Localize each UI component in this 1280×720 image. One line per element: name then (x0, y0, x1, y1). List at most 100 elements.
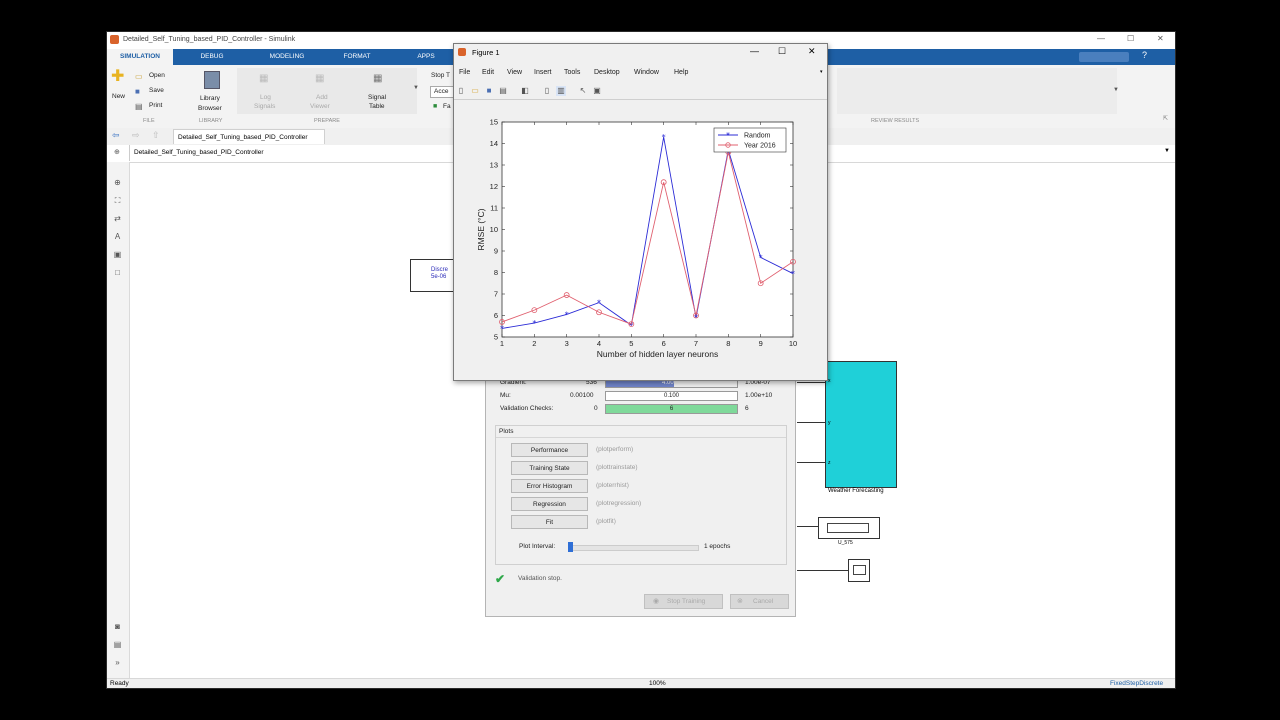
x-tick-label: 4 (597, 339, 601, 348)
figure-title: Figure 1 (472, 48, 500, 57)
help-icon[interactable]: ? (1142, 50, 1147, 60)
progress-section: Gradient: 536 4.00 1.00e-07 Mu: 0.00100 … (486, 377, 795, 422)
x-tick-label: 10 (789, 339, 797, 348)
tab-format[interactable]: FORMAT (322, 49, 392, 65)
menu-insert[interactable]: Insert (534, 69, 552, 76)
signal-table-line1[interactable]: Signal (368, 94, 386, 101)
tab-simulation[interactable]: SIMULATION (107, 49, 173, 65)
expand-palette-icon[interactable]: » (112, 658, 123, 668)
plot-interval-slider-thumb[interactable] (568, 542, 573, 552)
print-button[interactable]: Print (149, 102, 162, 109)
library-browser-line1[interactable]: Library (200, 95, 220, 102)
regression-button[interactable]: Regression (511, 497, 588, 511)
fit-fn: (plotfit) (596, 518, 616, 525)
figure-minimize-icon[interactable]: — (750, 46, 759, 56)
library-browser-line2[interactable]: Browser (198, 105, 222, 112)
back-arrow-icon[interactable]: ⇦ (112, 130, 120, 141)
menu-edit[interactable]: Edit (482, 69, 494, 76)
scope-screen (853, 565, 866, 575)
gallery-expand-icon[interactable]: ▼ (413, 85, 419, 91)
image-icon[interactable]: ▣ (112, 250, 123, 260)
series-1-point: * (565, 310, 569, 319)
series-1-point: * (662, 133, 666, 142)
annotation-icon[interactable]: A (112, 232, 123, 242)
series-1-point: * (759, 253, 763, 262)
menu-file[interactable]: File (459, 69, 470, 76)
open-file-icon[interactable]: ▭ (470, 86, 480, 96)
collapse-ribbon-icon[interactable]: ⇱ (1163, 115, 1168, 122)
mu-label: Mu: (500, 392, 511, 399)
discrete-block[interactable]: Discre 5e-06 (410, 259, 457, 292)
forward-arrow-icon[interactable]: ⇨ (132, 130, 140, 141)
menu-view[interactable]: View (507, 69, 522, 76)
fast-restart-label[interactable]: Fa (443, 103, 451, 110)
stop-training-button[interactable]: ◉ Stop Training (644, 594, 723, 609)
add-viewer-line2[interactable]: Viewer (310, 103, 330, 110)
new-icon[interactable]: ✚ (111, 69, 125, 85)
training-state-button[interactable]: Training State (511, 461, 588, 475)
performance-button[interactable]: Performance (511, 443, 588, 457)
maximize-icon[interactable]: ☐ (1127, 34, 1134, 43)
save-button[interactable]: Save (149, 87, 164, 94)
path-dropdown-icon[interactable]: ▼ (1164, 148, 1170, 154)
arrow-icon[interactable]: ⇄ (112, 214, 123, 224)
tab-debug[interactable]: DEBUG (177, 49, 247, 65)
screenshot-icon[interactable]: ◙ (112, 622, 123, 632)
fit-button[interactable]: Fit (511, 515, 588, 529)
menu-help[interactable]: Help (674, 69, 688, 76)
series-1-point: * (532, 319, 536, 328)
menu-desktop[interactable]: Desktop (594, 69, 620, 76)
open-button[interactable]: Open (149, 72, 165, 79)
minimize-icon[interactable]: — (1097, 34, 1105, 43)
validation-checks-label: Validation Checks: (500, 405, 554, 412)
menu-window[interactable]: Window (634, 69, 659, 76)
model-tab[interactable]: Detailed_Self_Tuning_based_PID_Controlle… (173, 129, 325, 144)
figure-close-icon[interactable]: ✕ (808, 46, 816, 57)
weather-forecasting-block[interactable]: x y z (825, 361, 897, 488)
close-icon[interactable]: ✕ (1157, 34, 1164, 43)
plot-interval-slider[interactable] (568, 542, 699, 552)
area-icon[interactable]: □ (112, 268, 123, 278)
menu-overflow-icon[interactable]: ▾ (820, 69, 823, 75)
hide-browser-icon[interactable]: ⊕ (114, 148, 120, 156)
weather-port-y: y (828, 420, 831, 426)
window-title: Detailed_Self_Tuning_based_PID_Controlle… (123, 36, 296, 43)
training-state-fn: (plottrainstate) (596, 464, 638, 471)
save-figure-icon[interactable]: ■ (484, 86, 494, 96)
error-histogram-button[interactable]: Error Histogram (511, 479, 588, 493)
add-viewer-line1[interactable]: Add (316, 94, 328, 101)
log-signals-line2[interactable]: Signals (254, 103, 275, 110)
new-figure-icon[interactable]: ▯ (456, 86, 466, 96)
link-plot-icon[interactable]: ◧ (520, 86, 530, 96)
scope-block[interactable] (848, 559, 870, 582)
hide-plot-tools-icon[interactable]: ▯ (542, 86, 552, 96)
show-plot-tools-icon[interactable]: ▥ (556, 86, 566, 96)
display-block[interactable] (818, 517, 880, 539)
solver-link[interactable]: FixedStepDiscrete (1110, 680, 1163, 687)
series-1-point: * (500, 324, 504, 333)
search-documentation-field[interactable] (1079, 52, 1129, 62)
menu-tools[interactable]: Tools (564, 69, 580, 76)
log-signals-line1[interactable]: Log (260, 94, 271, 101)
add-viewer-icon: ▦ (315, 73, 325, 84)
explorer-bar-icon[interactable]: ▤ (112, 640, 123, 650)
figure-maximize-icon[interactable]: ☐ (778, 46, 786, 57)
tab-modeling[interactable]: MODELING (252, 49, 322, 65)
property-editor-icon[interactable]: ▣ (592, 86, 602, 96)
new-button[interactable]: New (112, 93, 125, 100)
edit-plot-icon[interactable]: ↖ (578, 86, 588, 96)
up-arrow-icon[interactable]: ⇧ (152, 130, 160, 141)
signal-table-line2[interactable]: Table (369, 103, 385, 110)
library-browser-icon[interactable] (204, 71, 220, 89)
zoom-in-icon[interactable]: ⊕ (112, 178, 123, 188)
signal-table-icon: ▦ (373, 73, 383, 84)
x-tick-label: 9 (759, 339, 763, 348)
model-path[interactable]: Detailed_Self_Tuning_based_PID_Controlle… (134, 149, 263, 156)
review-gallery-expand-icon[interactable]: ▼ (1113, 87, 1119, 93)
tab-apps[interactable]: APPS (397, 49, 455, 65)
stop-training-label: Stop Training (667, 598, 706, 605)
nn-training-window: Gradient: 536 4.00 1.00e-07 Mu: 0.00100 … (485, 376, 796, 617)
fit-to-view-icon[interactable]: ⛶ (112, 196, 123, 206)
cancel-button[interactable]: ⊗ Cancel (730, 594, 789, 609)
print-figure-icon[interactable]: ▤ (498, 86, 508, 96)
